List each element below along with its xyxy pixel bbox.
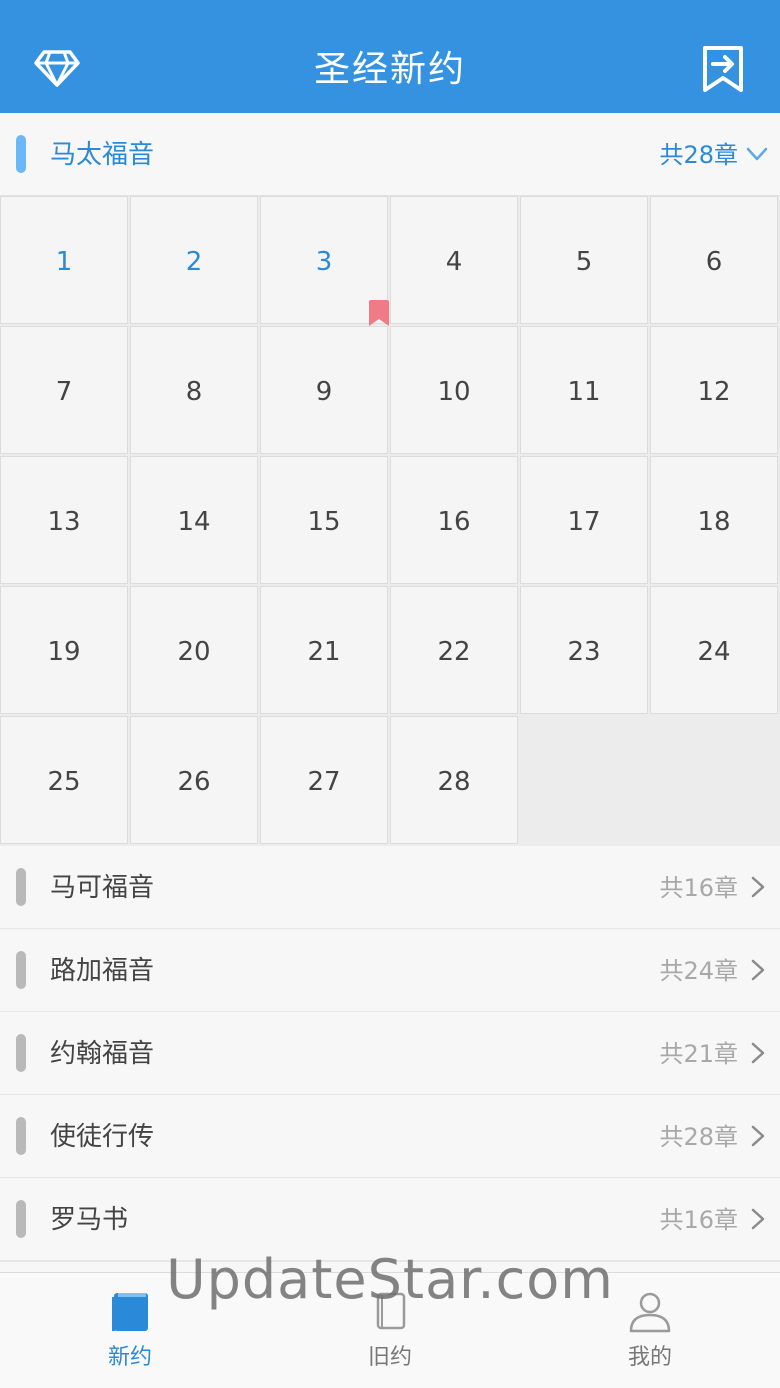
accent-bar (16, 1200, 26, 1238)
chevron-right-icon[interactable] (746, 1042, 768, 1064)
chapter-cell[interactable]: 26 (130, 716, 258, 844)
chevron-down-icon[interactable] (746, 143, 768, 165)
book-name: 路加福音 (50, 956, 155, 986)
chapter-cell[interactable]: 4 (390, 196, 518, 324)
accent-bar (16, 868, 26, 906)
bookmark-jump-icon[interactable] (700, 44, 746, 94)
chapter-count: 共24章 (659, 957, 738, 985)
book-name: 马太福音 (50, 140, 155, 170)
chapter-count: 共28章 (659, 1123, 738, 1151)
chapter-cell[interactable]: 10 (390, 326, 518, 454)
chapter-cell[interactable]: 22 (390, 586, 518, 714)
book-row[interactable]: 路加福音 共24章 (0, 929, 780, 1013)
accent-bar (16, 951, 26, 989)
app-header: 圣经新约 (0, 0, 780, 113)
chevron-right-icon[interactable] (746, 1208, 768, 1230)
chapter-cell[interactable]: 9 (260, 326, 388, 454)
tab-label: 新约 (107, 1345, 152, 1370)
chapter-cell[interactable]: 8 (130, 326, 258, 454)
chapter-cell[interactable]: 25 (0, 716, 128, 844)
accent-bar (16, 135, 26, 173)
chapter-cell[interactable]: 11 (520, 326, 648, 454)
tab-label: 我的 (627, 1345, 672, 1370)
chevron-right-icon[interactable] (746, 959, 768, 981)
accent-bar (16, 1117, 26, 1155)
accent-bar (16, 1034, 26, 1072)
book-row-expanded[interactable]: 马太福音 共28章 (0, 113, 780, 197)
chapter-cell[interactable]: 12 (650, 326, 778, 454)
chapter-cell[interactable]: 16 (390, 456, 518, 584)
chapter-cell[interactable]: 19 (0, 586, 128, 714)
chapter-count: 共28章 (659, 141, 738, 169)
chapter-cell[interactable]: 1 (0, 196, 128, 324)
chapter-cell[interactable]: 2 (130, 196, 258, 324)
book-row[interactable]: 马可福音 共16章 (0, 846, 780, 930)
chapter-grid: 1 2 3 4 5 6 7 8 9 10 11 12 13 14 15 16 17 18 19 20 21 22 23 24 2… (0, 196, 780, 846)
tab-label: 旧约 (367, 1345, 412, 1370)
chapter-cell[interactable]: 24 (650, 586, 778, 714)
book-name: 使徒行传 (50, 1122, 155, 1152)
chevron-right-icon[interactable] (746, 876, 768, 898)
chapter-cell[interactable]: 6 (650, 196, 778, 324)
chapter-count: 共16章 (659, 874, 738, 902)
chapter-cell[interactable]: 18 (650, 456, 778, 584)
book-name: 约翰福音 (50, 1039, 155, 1069)
chevron-right-icon[interactable] (746, 1125, 768, 1147)
book-row[interactable]: 使徒行传 共28章 (0, 1095, 780, 1179)
chapter-cell[interactable]: 14 (130, 456, 258, 584)
book-name: 马可福音 (50, 873, 155, 903)
page-title: 圣经新约 (313, 49, 466, 90)
chapter-cell[interactable]: 13 (0, 456, 128, 584)
chapter-cell[interactable]: 20 (130, 586, 258, 714)
chapter-cell[interactable]: 15 (260, 456, 388, 584)
book-row[interactable]: 约翰福音 共21章 (0, 1012, 780, 1096)
chapter-cell[interactable]: 27 (260, 716, 388, 844)
chapter-cell[interactable]: 17 (520, 456, 648, 584)
chapter-count: 共21章 (659, 1040, 738, 1068)
chapter-cell[interactable]: 7 (0, 326, 128, 454)
watermark: UpdateStar.com (166, 1248, 614, 1311)
chapter-cell[interactable]: 5 (520, 196, 648, 324)
chapter-cell[interactable]: 21 (260, 586, 388, 714)
bookmark-icon (369, 300, 389, 326)
chapter-cell[interactable]: 23 (520, 586, 648, 714)
chapter-cell[interactable]: 28 (390, 716, 518, 844)
